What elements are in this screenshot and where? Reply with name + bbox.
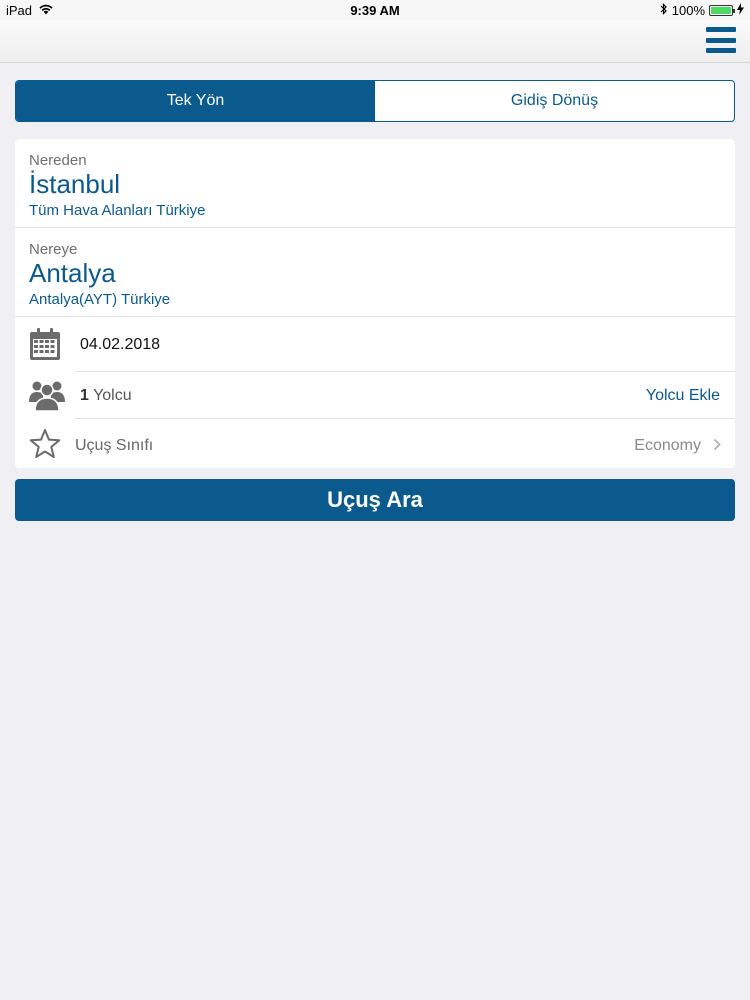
search-flights-button[interactable]: Uçuş Ara [15,479,735,521]
destination-city: Antalya [29,258,116,288]
passengers-row: 1 Yolcu Yolcu Ekle [15,372,735,419]
cabin-class-value: Economy [634,437,701,454]
status-time: 9:39 AM [350,3,400,18]
departure-date-value: 04.02.2018 [80,336,161,353]
flight-search-form: Nereden İstanbul Tüm Hava Alanları Türki… [15,139,735,468]
passenger-count-number: 1 [80,387,89,404]
origin-city: İstanbul [29,169,121,199]
departure-date-field[interactable]: 04.02.2018 [15,317,735,372]
navigation-bar [0,20,750,63]
tab-round-trip[interactable]: Gidiş Dönüş [375,81,734,121]
cabin-class-label: Uçuş Sınıfı [75,437,154,454]
bluetooth-icon [660,3,668,18]
star-icon [29,428,61,464]
destination-detail: Antalya(AYT) Türkiye [29,291,171,308]
destination-field[interactable]: Nereye Antalya Antalya(AYT) Türkiye [15,228,735,317]
passenger-count: 1 Yolcu [80,387,132,405]
charging-icon [737,3,744,18]
people-icon [29,378,65,417]
calendar-icon [29,328,61,366]
origin-field[interactable]: Nereden İstanbul Tüm Hava Alanları Türki… [15,139,735,228]
hamburger-menu-icon[interactable] [706,27,736,53]
status-bar: iPad 9:39 AM 100% [0,0,750,20]
add-passenger-button[interactable]: Yolcu Ekle [646,387,720,405]
status-right: 100% [660,3,744,18]
chevron-right-icon [713,438,721,456]
origin-detail: Tüm Hava Alanları Türkiye [29,202,206,219]
cabin-class-field[interactable]: Uçuş Sınıfı Economy [15,419,735,468]
trip-type-selector: Tek Yön Gidiş Dönüş [15,80,735,122]
destination-label: Nereye [29,241,78,258]
tab-one-way[interactable]: Tek Yön [16,81,375,121]
battery-icon [709,5,735,16]
origin-label: Nereden [29,152,87,169]
passenger-count-unit: Yolcu [88,387,132,404]
battery-percent: 100% [671,3,705,18]
